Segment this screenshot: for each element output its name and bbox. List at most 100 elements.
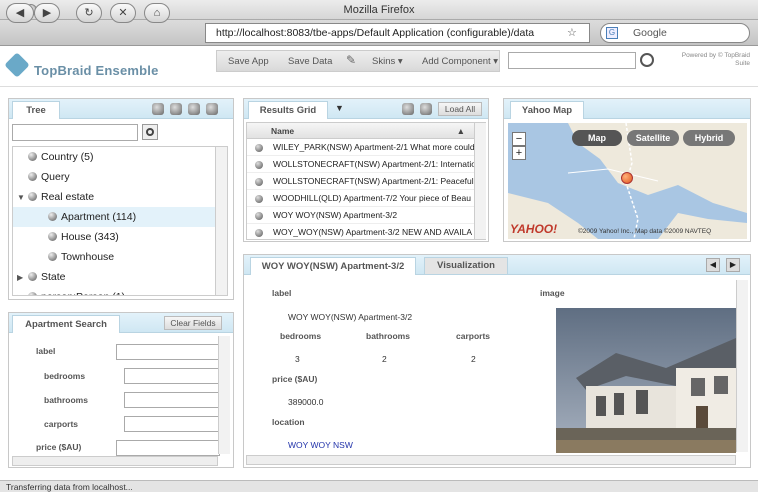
tree-node-label: Query: [41, 171, 70, 183]
satellite-mode-button[interactable]: Satellite: [627, 130, 679, 146]
tab-visualization[interactable]: Visualization: [424, 257, 508, 274]
node-icon: [48, 232, 57, 241]
stop-button[interactable]: ✕: [110, 3, 136, 23]
townhouse-image: [556, 308, 736, 453]
detail-location-heading: location: [272, 417, 305, 427]
wrench-icon[interactable]: ✎: [346, 53, 360, 67]
tree-node-label: Townhouse: [61, 251, 115, 263]
table-row[interactable]: WOY_WOY(NSW) Apartment-3/2 NEW AND AVAIL…: [247, 224, 485, 239]
load-all-button[interactable]: Load All: [438, 102, 482, 116]
tab-apartment-search[interactable]: Apartment Search: [12, 315, 120, 333]
previous-arrow-icon[interactable]: ◀: [706, 258, 720, 272]
map-marker-icon[interactable]: [621, 172, 633, 184]
detail-label-value: WOY WOY(NSW) Apartment-3/2: [288, 312, 413, 322]
tree-node[interactable]: Query: [13, 167, 227, 187]
row-name: WOY WOY(NSW) Apartment-3/2: [273, 210, 398, 220]
tree-search-button[interactable]: [142, 124, 158, 140]
tree-tool-icon-3[interactable]: [188, 103, 200, 115]
tree-node-label: person:Person (1): [41, 291, 125, 295]
settings-icon[interactable]: [206, 103, 218, 115]
tree-filter-input[interactable]: [12, 124, 138, 141]
skins-menu[interactable]: Skins ▾: [372, 54, 403, 69]
tree-expander-icon[interactable]: ▶: [17, 268, 28, 288]
save-data-button[interactable]: Save Data: [288, 54, 332, 69]
hybrid-mode-button[interactable]: Hybrid: [683, 130, 735, 146]
grid-header[interactable]: Name ▲: [247, 123, 485, 139]
results-scrollbar[interactable]: [474, 123, 486, 239]
results-menu-dropdown[interactable]: ▼: [335, 103, 344, 113]
table-row[interactable]: WOLLSTONECRAFT(NSW) Apartment-2/1: Peace…: [247, 173, 485, 190]
tree-node-label: House (343): [61, 231, 119, 243]
detail-location-link[interactable]: WOY WOY NSW: [288, 440, 353, 450]
node-icon: [28, 292, 37, 295]
detail-bathrooms-heading: bathrooms: [366, 331, 410, 341]
tree-expander-icon[interactable]: ▼: [17, 188, 28, 208]
tree-tool-icon-2[interactable]: [170, 103, 182, 115]
carports-input[interactable]: [124, 416, 220, 432]
node-icon: [28, 172, 37, 181]
detail-hscrollbar[interactable]: [246, 455, 736, 465]
name-column-header[interactable]: Name: [271, 126, 294, 136]
tree-node[interactable]: Country (5): [13, 147, 227, 167]
label-input[interactable]: [116, 344, 220, 360]
map-copyright: ©2009 Yahoo! Inc., Map data ©2009 NAVTEQ: [578, 228, 712, 235]
row-name: WOLLSTONECRAFT(NSW) Apartment-2/1: Peace…: [273, 176, 480, 186]
home-button[interactable]: ⌂: [144, 3, 170, 23]
table-row[interactable]: WOY WOY(NSW) Apartment-3/2: [247, 207, 485, 224]
node-icon: [28, 272, 37, 281]
zoom-out-button[interactable]: −: [512, 132, 526, 146]
bedrooms-input[interactable]: [124, 368, 220, 384]
stop-icon: ✕: [118, 7, 128, 19]
save-app-button[interactable]: Save App: [228, 54, 269, 69]
search-icon: [146, 128, 154, 136]
table-row[interactable]: WOLLSTONECRAFT(NSW) Apartment-2/1: Inter…: [247, 156, 485, 173]
tab-results-grid[interactable]: Results Grid: [248, 101, 328, 119]
results-tool-icon-2[interactable]: [420, 103, 432, 115]
sort-ascending-icon: ▲: [456, 126, 465, 136]
tree-node[interactable]: House (343): [13, 227, 227, 247]
row-icon: [255, 178, 263, 186]
search-form-vscrollbar[interactable]: [218, 336, 230, 454]
node-icon: [28, 192, 37, 201]
table-row[interactable]: WOODHILL(QLD) Apartment-7/2 Your piece o…: [247, 190, 485, 207]
table-row[interactable]: WILEY_PARK(NSW) Apartment-2/1 What more …: [247, 139, 485, 156]
status-bar: Transferring data from localhost...: [0, 480, 758, 492]
tree-node[interactable]: ▶ State: [13, 267, 227, 287]
label-field-label: label: [36, 346, 56, 356]
web-search-input[interactable]: Google: [600, 23, 750, 43]
tab-tree[interactable]: Tree: [12, 101, 60, 119]
tree-expander-icon[interactable]: ▶: [17, 288, 28, 295]
tree-node[interactable]: ▶ person:Person (1): [13, 287, 227, 295]
search-form-hscrollbar[interactable]: [12, 456, 218, 466]
bookmark-star-icon[interactable]: ☆: [567, 26, 577, 39]
back-icon: ◀: [15, 7, 25, 19]
tab-yahoo-map[interactable]: Yahoo Map: [510, 101, 584, 119]
tree-node[interactable]: Townhouse: [13, 247, 227, 267]
results-tool-icon-1[interactable]: [402, 103, 414, 115]
results-grid: Name ▲ WILEY_PARK(NSW) Apartment-2/1 What…: [246, 122, 486, 240]
back-button[interactable]: ◀: [6, 3, 34, 23]
bathrooms-input[interactable]: [124, 392, 220, 408]
price-input[interactable]: [116, 440, 220, 456]
row-name: WILEY_PARK(NSW) Apartment-2/1 What more …: [273, 142, 475, 152]
search-icon[interactable]: [640, 53, 654, 67]
add-component-menu[interactable]: Add Component ▾: [422, 54, 498, 69]
tree-tool-icon-1[interactable]: [152, 103, 164, 115]
tab-detail-record[interactable]: WOY WOY(NSW) Apartment-3/2: [250, 257, 416, 275]
clear-fields-button[interactable]: Clear Fields: [164, 316, 222, 330]
tree-node[interactable]: ▼ Real estate: [13, 187, 227, 207]
detail-carports-value: 2: [471, 354, 476, 364]
url-bar[interactable]: http://localhost:8083/tbe-apps/Default A…: [205, 23, 590, 43]
reload-button[interactable]: ↻: [76, 3, 102, 23]
map-mode-button[interactable]: Map: [572, 130, 622, 146]
detail-vscrollbar[interactable]: [736, 280, 748, 452]
tree-scrollbar[interactable]: [215, 147, 227, 295]
forward-button[interactable]: ▶: [34, 3, 60, 23]
tree-list: Country (5) Query ▼ Real estate Apartment (1…: [12, 146, 228, 296]
app-search-input[interactable]: [508, 52, 636, 69]
bathrooms-field-label: bathrooms: [44, 395, 88, 405]
tree-node[interactable]: Apartment (114): [13, 207, 227, 227]
google-icon[interactable]: G: [606, 27, 618, 39]
next-arrow-icon[interactable]: ▶: [726, 258, 740, 272]
zoom-in-button[interactable]: +: [512, 146, 526, 160]
